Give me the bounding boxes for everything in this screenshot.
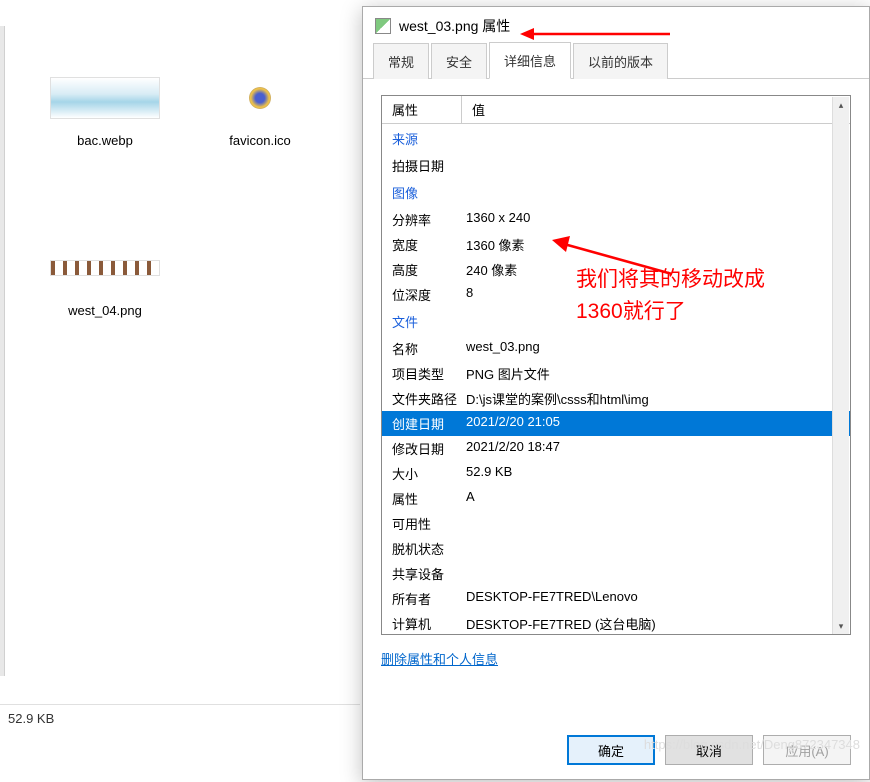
apply-button: 应用(A) (763, 735, 851, 765)
properties-dialog: west_03.png 属性 常规 安全 详细信息 以前的版本 属性 值 来源 … (362, 6, 870, 780)
file-thumbnail (50, 240, 160, 295)
row-name[interactable]: 名称 west_03.png (382, 336, 850, 361)
row-attr[interactable]: 属性 A (382, 486, 850, 511)
row-modified[interactable]: 修改日期 2021/2/20 18:47 (382, 436, 850, 461)
remove-properties-link[interactable]: 删除属性和个人信息 (381, 649, 498, 668)
tab-security[interactable]: 安全 (431, 43, 487, 79)
row-share[interactable]: 共享设备 (382, 561, 850, 586)
header-prop[interactable]: 属性 (382, 96, 462, 123)
details-panel: 属性 值 来源 拍摄日期 图像 分辨率 1360 x 240 宽度 1360 像… (363, 79, 869, 687)
section-origin: 来源 (382, 124, 850, 153)
dialog-title-text: west_03.png 属性 (399, 16, 510, 36)
dialog-buttons: 确定 取消 应用(A) (567, 735, 851, 765)
scroll-up-icon[interactable]: ▴ (833, 97, 849, 114)
row-computer[interactable]: 计算机 DESKTOP-FE7TRED (这台电脑) (382, 611, 850, 634)
section-image: 图像 (382, 178, 850, 207)
row-availability[interactable]: 可用性 (382, 511, 850, 536)
section-file: 文件 (382, 307, 850, 336)
file-label: favicon.ico (190, 133, 330, 148)
row-type[interactable]: 项目类型 PNG 图片文件 (382, 361, 850, 386)
scroll-down-icon[interactable]: ▾ (833, 618, 849, 635)
status-size: 52.9 KB (8, 711, 54, 726)
cancel-button[interactable]: 取消 (665, 735, 753, 765)
row-width[interactable]: 宽度 1360 像素 (382, 232, 850, 257)
properties-table: 属性 值 来源 拍摄日期 图像 分辨率 1360 x 240 宽度 1360 像… (381, 95, 851, 635)
ok-button[interactable]: 确定 (567, 735, 655, 765)
file-thumbnail (205, 70, 315, 125)
row-owner[interactable]: 所有者 DESKTOP-FE7TRED\Lenovo (382, 586, 850, 611)
file-item-favicon[interactable]: favicon.ico (190, 70, 330, 148)
file-label: west_04.png (35, 303, 175, 318)
table-header: 属性 值 (382, 96, 850, 124)
tab-strip: 常规 安全 详细信息 以前的版本 (363, 45, 869, 79)
row-shot-date[interactable]: 拍摄日期 (382, 153, 850, 178)
row-created[interactable]: 创建日期 2021/2/20 21:05 (382, 411, 850, 436)
scrollbar[interactable]: ▴ ▾ (832, 97, 849, 635)
tab-general[interactable]: 常规 (373, 43, 429, 79)
row-offline[interactable]: 脱机状态 (382, 536, 850, 561)
file-item-bac[interactable]: bac.webp (35, 70, 175, 148)
row-size[interactable]: 大小 52.9 KB (382, 461, 850, 486)
header-val[interactable]: 值 (462, 100, 850, 119)
file-thumbnail (50, 70, 160, 125)
pane-divider[interactable] (0, 26, 5, 676)
file-item-west04[interactable]: west_04.png (35, 240, 175, 318)
dialog-titlebar[interactable]: west_03.png 属性 (363, 7, 869, 45)
row-path[interactable]: 文件夹路径 D:\js课堂的案例\csss和html\img (382, 386, 850, 411)
file-icon (375, 18, 391, 34)
file-label: bac.webp (35, 133, 175, 148)
row-resolution[interactable]: 分辨率 1360 x 240 (382, 207, 850, 232)
tab-previous[interactable]: 以前的版本 (573, 43, 668, 79)
status-bar: 52.9 KB (0, 704, 360, 732)
tab-details[interactable]: 详细信息 (489, 42, 571, 79)
row-bitdepth[interactable]: 位深度 8 (382, 282, 850, 307)
row-height[interactable]: 高度 240 像素 (382, 257, 850, 282)
table-body[interactable]: 来源 拍摄日期 图像 分辨率 1360 x 240 宽度 1360 像素 高度 … (382, 124, 850, 634)
